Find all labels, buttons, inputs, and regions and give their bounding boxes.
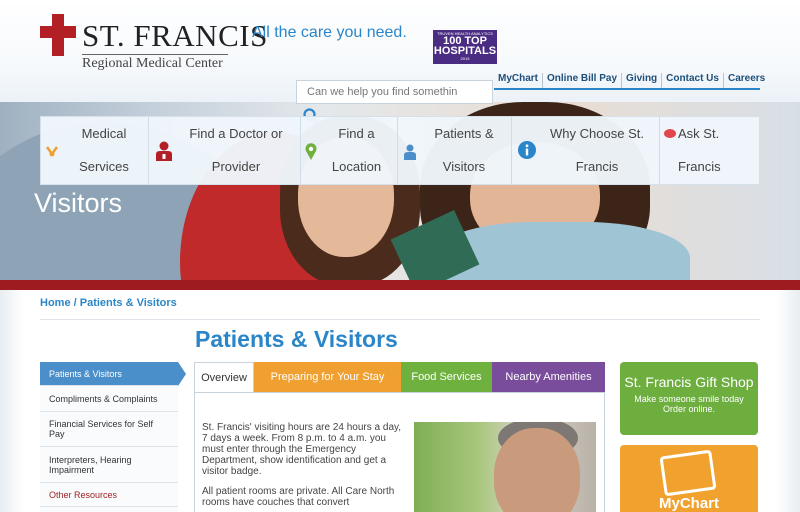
chat-bubble-icon	[664, 129, 676, 138]
mychart-promo[interactable]: MyChart	[620, 445, 758, 512]
nav-find-location[interactable]: Find a Location	[301, 117, 398, 184]
page-title: Patients & Visitors	[195, 326, 398, 352]
nav-patients-visitors[interactable]: Patients & Visitors	[398, 117, 512, 184]
side-item-compliments[interactable]: Compliments & Complaints	[40, 386, 178, 412]
nav-ask-st-francis[interactable]: Ask St. Francis	[660, 117, 759, 184]
tab-nearby-amenities[interactable]: Nearby Amenities	[492, 362, 605, 392]
award-title: 100 TOP HOSPITALS	[433, 35, 497, 57]
breadcrumb: Home / Patients & Visitors	[40, 297, 177, 309]
nav-ask-st-francis-label: Ask St. Francis	[678, 126, 721, 174]
hero-title: Visitors	[34, 188, 123, 218]
side-item-financial-services[interactable]: Financial Services for Self Pay	[40, 412, 178, 447]
nav-find-location-label: Find a Location	[331, 126, 382, 174]
logo-subtitle: Regional Medical Center	[82, 56, 223, 71]
nav-medical-services-label: Medical Services	[79, 126, 129, 174]
nav-find-doctor[interactable]: Find a Doctor or Provider	[149, 117, 301, 184]
logo-divider	[82, 54, 228, 55]
breadcrumb-current[interactable]: Patients & Visitors	[80, 297, 177, 309]
visitor-photo	[414, 422, 596, 512]
main-navigation: Medical Services Find a Doctor or Provider…	[40, 116, 760, 185]
nav-medical-services[interactable]: Medical Services	[41, 117, 149, 184]
gift-shop-promo[interactable]: St. Francis Gift Shop Make someone smile…	[620, 362, 758, 435]
overview-text: St. Francis' visiting hours are 24 hours…	[202, 422, 406, 512]
content-tabs: Overview Preparing for Your Stay Food Se…	[194, 362, 605, 392]
search-input[interactable]: Can we help you find somethin	[296, 80, 493, 104]
breadcrumb-home[interactable]: Home	[40, 297, 71, 309]
util-link-giving[interactable]: Giving	[622, 73, 663, 89]
medical-services-icon	[45, 146, 59, 157]
tagline: All the care you need.	[252, 24, 407, 41]
util-link-bill-pay[interactable]: Online Bill Pay	[543, 73, 623, 89]
gift-shop-line-2: Order online.	[662, 404, 716, 414]
util-link-careers[interactable]: Careers	[724, 73, 769, 89]
nav-why-choose[interactable]: Why Choose St. Francis	[512, 117, 660, 184]
doctor-icon	[156, 141, 172, 161]
side-item-other-resources[interactable]: Other Resources	[40, 483, 178, 507]
tab-preparing-stay[interactable]: Preparing for Your Stay	[254, 362, 401, 392]
side-item-more	[40, 507, 178, 512]
overview-paragraph-1: St. Francis' visiting hours are 24 hours…	[202, 422, 402, 477]
cross-logo-icon	[40, 14, 76, 56]
breadcrumb-separator: /	[73, 297, 77, 309]
overview-paragraph-2: All patient rooms are private. All Care …	[202, 486, 395, 508]
top-hospitals-award-badge: TRUVEN HEALTH ANALYTICS 100 TOP HOSPITAL…	[433, 30, 497, 64]
mychart-label: MyChart	[658, 495, 719, 512]
info-icon	[518, 141, 536, 159]
util-link-mychart[interactable]: MyChart	[494, 73, 544, 89]
tab-food-services[interactable]: Food Services	[401, 362, 492, 392]
gift-shop-title: St. Francis Gift Shop	[624, 374, 754, 390]
breadcrumb-divider	[40, 319, 760, 320]
side-item-patients-visitors[interactable]: Patients & Visitors	[40, 362, 186, 386]
nav-patients-visitors-label: Patients & Visitors	[434, 126, 494, 174]
utility-nav: MyChart Online Bill Pay Giving Contact U…	[494, 73, 769, 89]
gift-shop-line-1: Make someone smile today	[634, 394, 744, 404]
site-logo[interactable]: ST. FRANCIS Regional Medical Center	[40, 14, 267, 74]
logo-name: ST. FRANCIS	[82, 18, 268, 53]
side-navigation: Patients & Visitors Compliments & Compla…	[40, 362, 186, 512]
side-item-interpreters[interactable]: Interpreters, Hearing Impairment	[40, 447, 178, 483]
utility-nav-underline	[494, 88, 760, 90]
nav-find-doctor-label: Find a Doctor or Provider	[189, 126, 283, 174]
person-icon	[404, 144, 416, 160]
nav-why-choose-label: Why Choose St. Francis	[550, 126, 644, 174]
hero-accent-bar	[0, 280, 800, 290]
location-pin-icon	[305, 143, 317, 160]
util-link-contact[interactable]: Contact Us	[662, 73, 724, 89]
mychart-icon	[659, 449, 717, 497]
tab-overview[interactable]: Overview	[194, 362, 254, 392]
